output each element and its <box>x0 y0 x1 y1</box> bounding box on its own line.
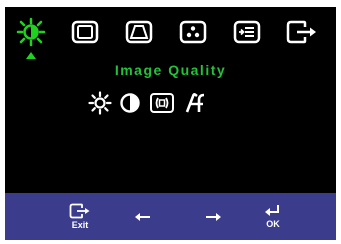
exit-button-label: Exit <box>71 220 89 230</box>
tab-color[interactable] <box>176 17 210 47</box>
tab-brightness[interactable] <box>14 17 48 47</box>
tab-screen-position[interactable] <box>68 17 102 47</box>
button-bar: Exit OK <box>5 193 336 240</box>
exit-button[interactable]: Exit <box>60 193 100 240</box>
color-icon <box>179 20 207 44</box>
exit-icon <box>286 20 316 44</box>
tab-options[interactable] <box>230 17 264 47</box>
brightness-icon <box>16 17 46 47</box>
exit-icon <box>69 203 90 219</box>
screen-size-icon <box>150 93 174 113</box>
osd-tab-bar <box>5 7 336 67</box>
menu-title: Image Quality <box>114 62 227 78</box>
image-setup-icon <box>125 20 153 44</box>
osd-menu: Image Quality Exit OK <box>5 7 336 240</box>
submenu-contrast[interactable] <box>117 90 143 116</box>
right-arrow-button[interactable] <box>193 193 233 240</box>
contrast-icon <box>120 93 140 113</box>
submenu-screen-size[interactable] <box>149 90 175 116</box>
submenu-sharpness[interactable] <box>183 90 209 116</box>
screen-position-icon <box>71 20 99 44</box>
selected-tab-marker <box>26 52 36 59</box>
options-icon <box>233 20 261 44</box>
sharpness-icon <box>185 93 205 113</box>
ok-button-label: OK <box>266 219 280 229</box>
brightness-icon <box>88 91 112 115</box>
tab-exit[interactable] <box>285 17 319 47</box>
tab-image-setup[interactable] <box>122 17 156 47</box>
submenu-brightness[interactable] <box>87 90 113 116</box>
enter-icon <box>265 205 279 216</box>
left-arrow-icon <box>135 212 150 221</box>
ok-button[interactable]: OK <box>253 193 293 240</box>
left-arrow-button[interactable] <box>123 193 163 240</box>
right-arrow-icon <box>206 212 221 221</box>
